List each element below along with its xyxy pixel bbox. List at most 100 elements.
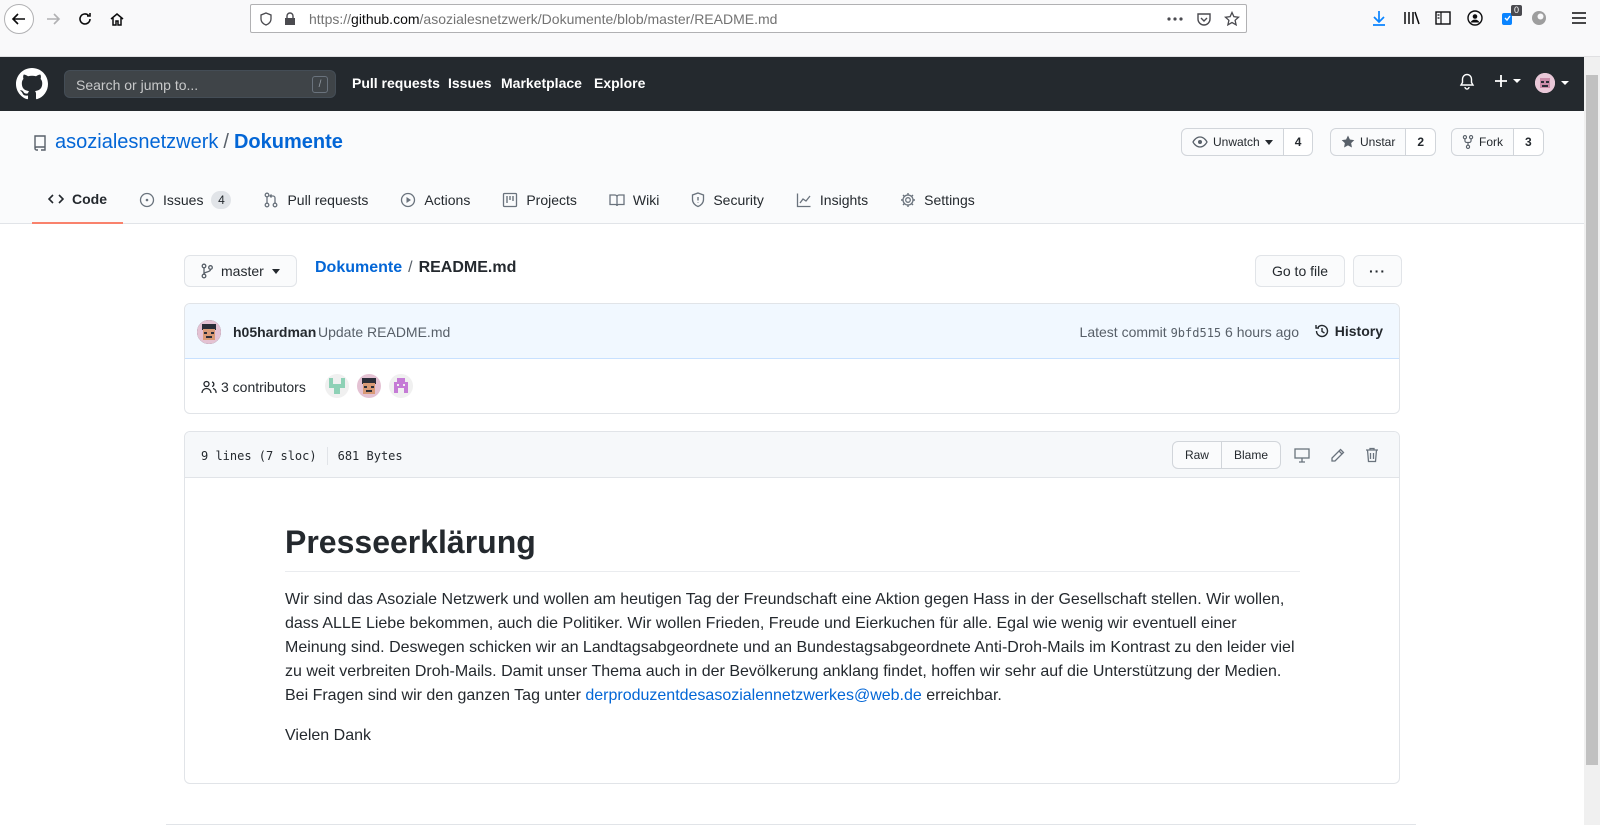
fork-button[interactable]: Fork [1451,128,1514,156]
account-icon[interactable] [1464,7,1486,29]
history-link[interactable]: History [1314,323,1383,339]
tab-settings[interactable]: Settings [884,176,991,224]
caret-down-icon [1264,139,1273,145]
reload-icon [79,13,91,25]
more-options-button[interactable]: ··· [1353,255,1402,287]
search-input[interactable]: Search or jump to... / [64,70,336,98]
tab-security[interactable]: Security [675,176,780,224]
back-button[interactable] [4,4,34,34]
history-label: History [1334,323,1383,339]
history-icon [1315,324,1328,338]
file-viewer: 9 lines (7 sloc) 681 Bytes Raw Blame Pre… [184,431,1400,784]
tab-projects[interactable]: Projects [486,176,593,224]
nav-pull-requests[interactable]: Pull requests [352,75,440,91]
breadcrumb-file: README.md [418,259,517,276]
fork-count[interactable]: 3 [1514,128,1544,156]
nav-explore[interactable]: Explore [594,75,645,91]
unstar-button[interactable]: Unstar [1330,128,1407,156]
nav-marketplace[interactable]: Marketplace [501,75,582,91]
go-to-file-button[interactable]: Go to file [1255,255,1345,287]
watch-count[interactable]: 4 [1283,128,1314,156]
notifications-icon[interactable] [1459,73,1475,90]
shield-icon [692,192,705,208]
play-icon [401,192,416,208]
unwatch-button[interactable]: Unwatch [1181,128,1284,156]
tab-code[interactable]: Code [32,176,123,224]
tab-wiki[interactable]: Wiki [593,176,675,224]
create-new-button[interactable] [1493,73,1522,89]
github-logo-icon[interactable] [16,68,48,100]
pencil-icon[interactable] [1328,446,1346,464]
library-icon[interactable] [1401,7,1423,29]
reload-button[interactable] [70,4,100,34]
caret-down-icon [271,268,280,274]
sidebar-icon[interactable] [1432,7,1454,29]
commit-sha[interactable]: 9bfd515 [1171,326,1222,340]
issue-icon [139,192,155,208]
forward-button[interactable] [38,4,68,34]
repo-title-separator: / [223,131,229,153]
menu-icon[interactable] [1568,7,1590,29]
tab-pull-requests-label: Pull requests [287,192,369,208]
arrow-right-icon [47,13,61,25]
branch-name: master [221,263,264,279]
commit-meta: Latest commit 9bfd515 6 hours ago [1080,324,1299,340]
download-icon[interactable] [1368,7,1390,29]
latest-commit-label: Latest commit [1079,324,1167,340]
star-count[interactable]: 2 [1406,128,1437,156]
caret-down-icon [1513,79,1521,83]
scrollbar-thumb[interactable] [1586,75,1598,765]
repo-name-link[interactable]: Dokumente [234,131,343,154]
home-button[interactable] [102,4,132,34]
commit-time: 6 hours ago [1225,324,1299,340]
git-branch-icon [201,263,213,279]
shield-icon[interactable] [257,10,275,28]
fork-label: Fork [1479,135,1503,149]
tab-code-label: Code [72,191,107,207]
commit-author[interactable]: h05hardman [233,324,316,340]
url-bar[interactable]: https://github.com/asozialesnetzwerk/Dok… [250,4,1247,33]
avatar[interactable] [389,374,413,398]
eye-icon [1192,136,1208,148]
issues-counter: 4 [211,191,232,209]
bookmark-star-icon[interactable] [1223,10,1241,28]
repository-header: asozialesnetzwerk / Dokumente Unwatch 4 … [0,111,1584,224]
contributors-link[interactable]: 3 contributors [201,379,306,395]
book-icon [609,194,625,207]
avatar[interactable] [357,374,381,398]
tab-issues[interactable]: Issues 4 [123,176,247,224]
star-group: Unstar 2 [1330,128,1437,156]
lock-icon[interactable] [281,10,299,28]
blame-button[interactable]: Blame [1221,441,1281,469]
file-view-buttons: Raw Blame [1171,441,1281,469]
nav-issues[interactable]: Issues [448,75,492,91]
desktop-icon[interactable] [1293,446,1311,464]
raw-button[interactable]: Raw [1171,441,1222,469]
repo-icon [34,134,46,151]
more-actions-icon[interactable] [1166,10,1184,28]
tab-insights-label: Insights [819,192,869,208]
avatar[interactable] [197,320,221,344]
tab-insights[interactable]: Insights [780,176,884,224]
user-menu-button[interactable] [1535,73,1570,93]
commit-message[interactable]: Update README.md [318,324,450,340]
file-info: 9 lines (7 sloc) 681 Bytes [201,447,403,465]
email-link[interactable]: derproduzentdesasozialennetzwerkes@web.d… [585,687,921,704]
branch-select-button[interactable]: master [184,255,297,287]
avatar[interactable] [325,374,349,398]
tab-actions[interactable]: Actions [384,176,486,224]
readme-paragraph: Wir sind das Asoziale Netzwerk und wolle… [285,588,1300,708]
scrollbar[interactable] [1584,57,1600,825]
privacy-extension-icon[interactable] [1528,7,1550,29]
plus-icon [1495,75,1507,87]
readme-title: Presseerklärung [285,522,1300,572]
repo-owner-link[interactable]: asozialesnetzwerk [55,131,218,154]
repo-title: asozialesnetzwerk / Dokumente [32,131,343,154]
gear-icon [901,193,916,207]
avatar [1535,73,1555,93]
pocket-icon[interactable] [1195,10,1213,28]
search-placeholder: Search or jump to... [76,77,199,93]
breadcrumb-repo-link[interactable]: Dokumente [315,259,402,276]
trash-icon[interactable] [1363,446,1381,464]
tab-pull-requests[interactable]: Pull requests [247,176,384,224]
